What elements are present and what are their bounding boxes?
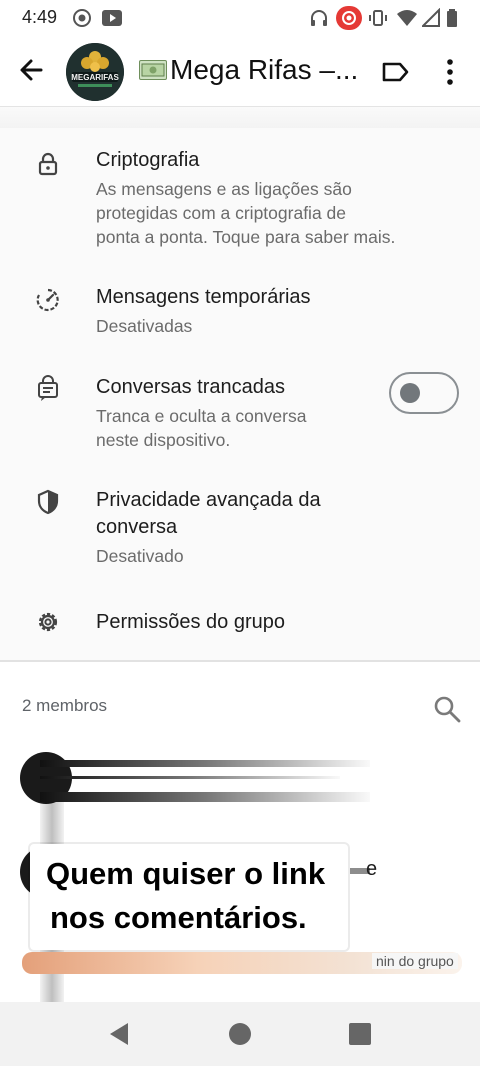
locked-chats-toggle[interactable]	[389, 372, 459, 414]
toggle-knob	[400, 383, 420, 403]
setting-group-permissions[interactable]: Permissões do grupo	[0, 588, 480, 658]
record-icon	[72, 8, 92, 28]
setting-title-line: conversa	[96, 516, 178, 538]
setting-subtitle-line: neste dispositivo.	[96, 430, 231, 450]
member-role-badge: nin do grupo	[372, 953, 458, 969]
wifi-icon	[396, 8, 417, 28]
motion-blur-stripe	[40, 776, 340, 779]
label-icon[interactable]	[378, 54, 414, 90]
motion-blur-stripe	[40, 760, 370, 767]
status-bar: 4:49	[0, 0, 480, 36]
section-separator	[0, 106, 480, 128]
locked-chat-icon	[34, 374, 62, 402]
back-arrow-icon[interactable]	[14, 52, 50, 88]
setting-subtitle-line: Tranca e oculta a conversa	[96, 406, 307, 426]
setting-title: Criptografia	[96, 149, 200, 171]
setting-subtitle-line: ponta a ponta. Toque para saber mais.	[96, 227, 396, 247]
group-logo: MEGARIFAS	[66, 43, 124, 101]
chat-title[interactable]: Mega Rifas –...	[170, 54, 370, 86]
nav-back-icon[interactable]	[106, 1020, 132, 1048]
member-name-fragment: e	[366, 858, 378, 880]
setting-title-line: Privacidade avançada da	[96, 489, 321, 511]
members-count: 2 membros	[22, 696, 108, 715]
setting-subtitle-line: Desativadas	[96, 316, 193, 336]
money-bill-icon	[139, 60, 167, 80]
nav-recents-icon[interactable]	[349, 1023, 371, 1045]
shield-icon	[34, 488, 62, 516]
avatar-text: MEGARIFAS	[71, 73, 119, 82]
app-bar: MEGARIFAS Mega Rifas –...	[0, 36, 480, 106]
setting-title: Mensagens temporárias	[96, 286, 311, 308]
caption-line: Quem quiser o link	[46, 856, 326, 891]
vibrate-icon	[368, 8, 388, 28]
nav-home-icon[interactable]	[229, 1023, 251, 1045]
search-icon[interactable]	[432, 694, 462, 724]
headphones-icon	[309, 8, 329, 28]
screen-cast-icon	[101, 8, 122, 28]
motion-blur-stripe	[40, 792, 370, 802]
chat-settings-list: Criptografia As mensagens e as ligações …	[0, 128, 480, 660]
members-section: 2 membros e nin do grupo Quem quiser o l…	[0, 662, 480, 1002]
setting-advanced-privacy[interactable]: Privacidade avançada da conversa Desativ…	[0, 468, 480, 578]
signal-icon	[420, 7, 442, 28]
setting-encryption[interactable]: Criptografia As mensagens e as ligações …	[0, 128, 480, 278]
timer-icon	[34, 286, 62, 314]
recording-dot-icon	[336, 6, 362, 30]
group-avatar[interactable]: MEGARIFAS	[66, 43, 124, 101]
setting-disappearing-messages[interactable]: Mensagens temporárias Desativadas	[0, 278, 480, 358]
setting-title: Conversas trancadas	[96, 376, 285, 398]
more-vert-icon[interactable]	[432, 54, 468, 90]
battery-icon	[446, 8, 460, 28]
gear-icon	[34, 608, 62, 636]
setting-subtitle-line: As mensagens e as ligações são	[96, 179, 352, 199]
setting-subtitle-line: Desativado	[96, 546, 184, 566]
status-time: 4:49	[22, 7, 58, 27]
system-navigation-bar	[0, 1002, 480, 1066]
caption-line: nos comentários.	[50, 900, 307, 935]
setting-subtitle-line: protegidas com a criptografia de	[96, 203, 346, 223]
video-caption-overlay: Quem quiser o link nos comentários.	[30, 844, 348, 950]
lock-icon	[34, 150, 62, 178]
setting-title: Permissões do grupo	[96, 611, 285, 633]
